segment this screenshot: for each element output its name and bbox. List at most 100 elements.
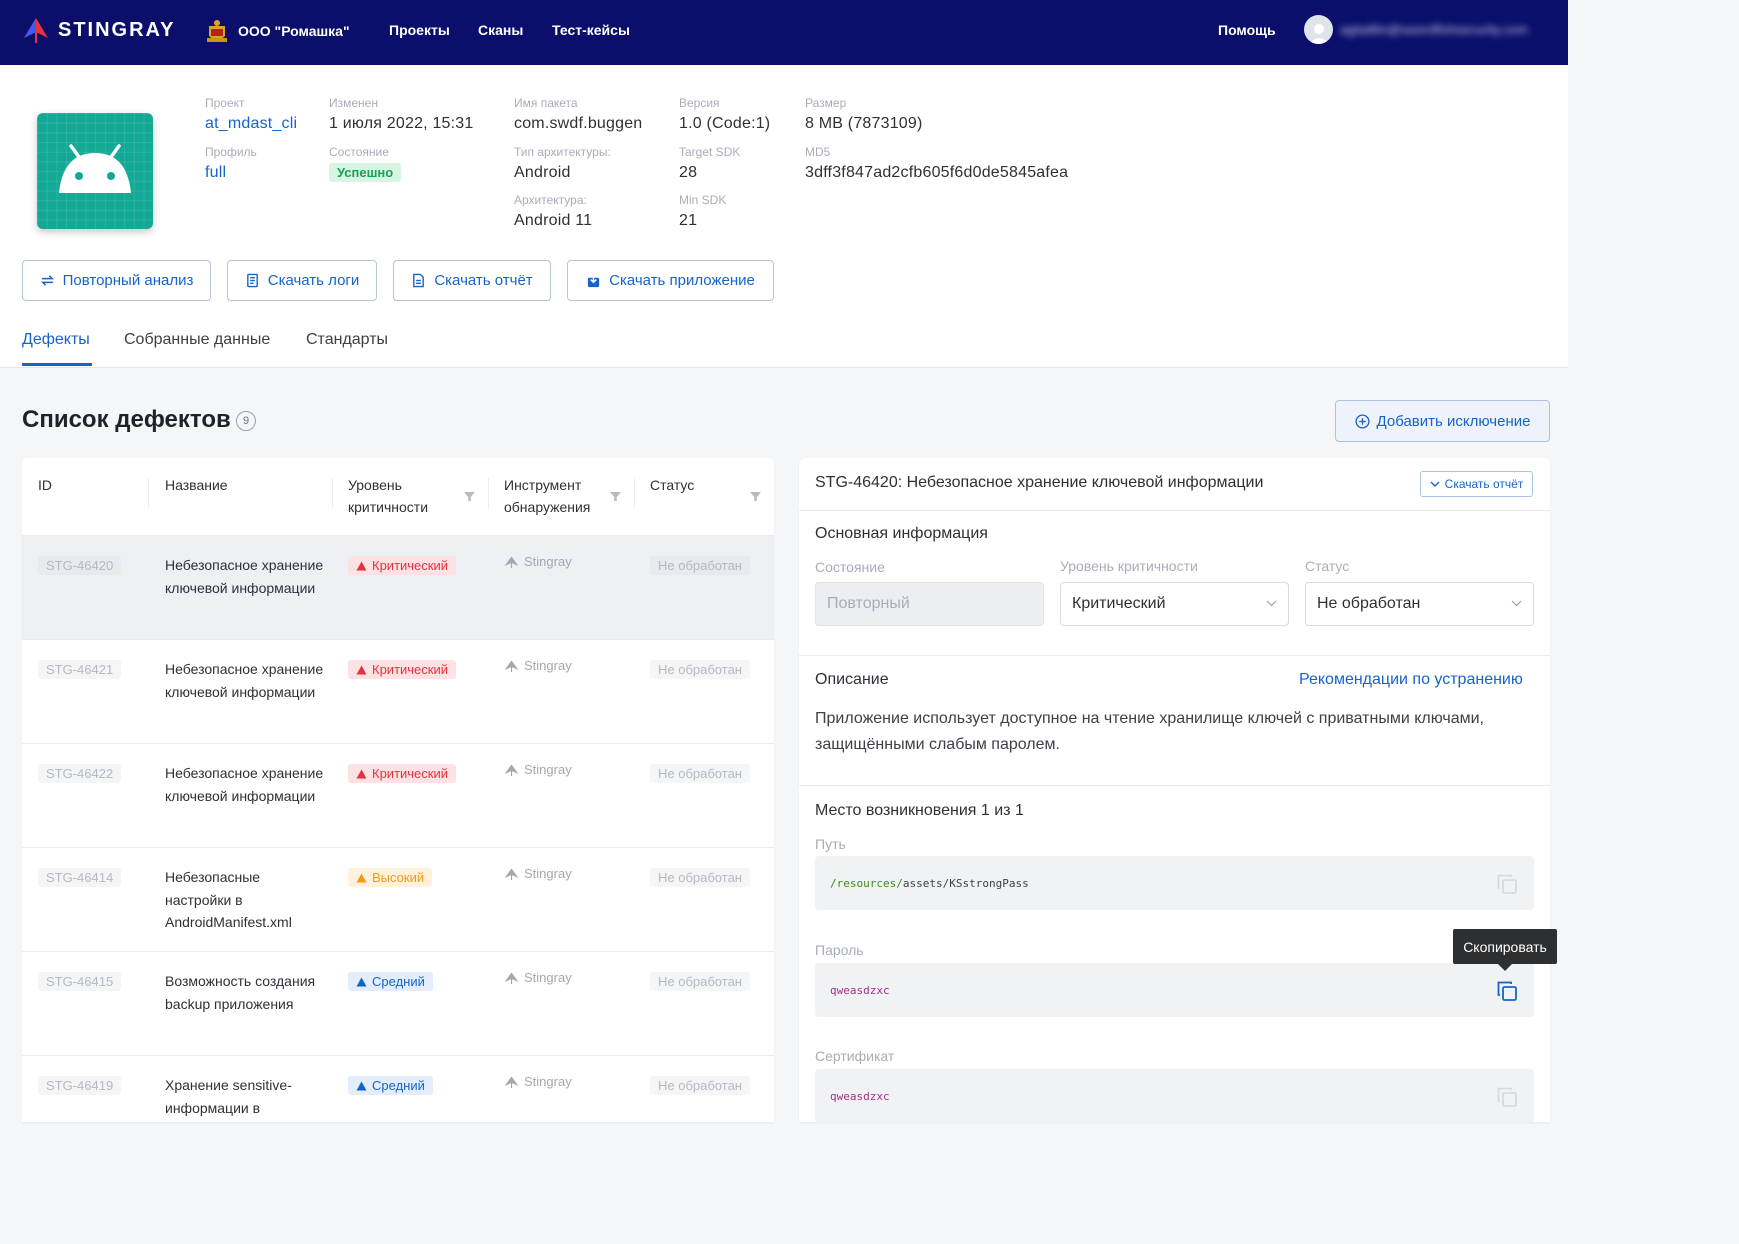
download-report-label: Скачать отчёт	[434, 272, 533, 289]
copy-icon[interactable]	[1496, 873, 1518, 895]
chevron-down-icon	[1511, 600, 1522, 607]
top-navbar: STINGRAY ООО "Ромашка" Проекты Сканы Тес…	[0, 0, 1568, 65]
table-row[interactable]: STG-46421 Небезопасное хранение ключевой …	[22, 639, 774, 743]
defect-id: STG-46422	[38, 764, 122, 783]
detection-tool: Stingray	[504, 866, 572, 881]
add-exception-button[interactable]: Добавить исключение	[1335, 400, 1550, 442]
detection-tool: Stingray	[504, 1074, 572, 1089]
version-label: Версия	[679, 96, 720, 110]
profile-link[interactable]: full	[205, 162, 257, 184]
download-logs-label: Скачать логи	[267, 272, 360, 289]
tool-name: Stingray	[524, 970, 572, 985]
status-filter-icon[interactable]	[750, 492, 761, 501]
meta-modified: Изменен 1 июля 2022, 15:31	[329, 96, 474, 135]
copy-tooltip: Скопировать	[1453, 929, 1557, 964]
android-icon	[59, 144, 131, 193]
download-report-button[interactable]: Скачать отчёт	[393, 260, 551, 301]
divider	[799, 785, 1550, 786]
table-row[interactable]: STG-46415 Возможность создания backup при…	[22, 951, 774, 1055]
defects-list-title: Список дефектов	[22, 406, 231, 433]
download-app-icon	[588, 273, 600, 288]
state-label: Состояние	[329, 145, 389, 159]
tab-collected-data[interactable]: Собранные данные	[124, 331, 270, 349]
severity-badge: Критический	[348, 764, 456, 783]
android-app-icon	[37, 113, 153, 229]
download-logs-button[interactable]: Скачать логи	[227, 260, 377, 301]
password-label: Пароль	[815, 942, 864, 958]
table-row[interactable]: STG-46420 Небезопасное хранение ключевой …	[22, 535, 774, 639]
meta-version: Версия 1.0 (Code:1)	[679, 96, 770, 135]
reanalyze-button[interactable]: Повторный анализ	[22, 260, 211, 301]
arch-value: Android 11	[514, 212, 593, 229]
recommendations-link[interactable]: Рекомендации по устранению	[1299, 671, 1523, 689]
copy-icon[interactable]	[1496, 980, 1518, 1002]
copy-icon[interactable]	[1496, 1086, 1518, 1108]
brand-name: STINGRAY	[58, 18, 176, 41]
nav-link-projects[interactable]: Проекты	[389, 22, 450, 38]
column-separator	[332, 478, 333, 508]
defect-name: Небезопасное хранение ключевой информаци…	[165, 661, 324, 700]
brand-logo[interactable]: STINGRAY	[22, 16, 176, 44]
table-row[interactable]: STG-46419 Хранение sensitive-информации в…	[22, 1055, 774, 1122]
user-email[interactable]: agladilin@swordfishsecurity.com	[1340, 22, 1528, 37]
tab-standards[interactable]: Стандарты	[306, 331, 388, 349]
organization-selector[interactable]: ООО "Ромашка"	[205, 18, 350, 44]
arch-label: Архитектура:	[514, 193, 587, 207]
tab-defects[interactable]: Дефекты	[22, 331, 90, 349]
severity-select[interactable]: Критический	[1060, 582, 1289, 626]
status-badge: Не обработан	[650, 868, 750, 887]
modified-value: 1 июля 2022, 15:31	[329, 115, 474, 132]
defect-id: STG-46420	[38, 556, 122, 575]
meta-min-sdk: Min SDK 21	[679, 193, 726, 232]
modified-label: Изменен	[329, 96, 378, 110]
meta-target-sdk: Target SDK 28	[679, 145, 740, 184]
table-row[interactable]: STG-46422 Небезопасное хранение ключевой …	[22, 743, 774, 847]
target-sdk-label: Target SDK	[679, 145, 741, 159]
detection-tool: Stingray	[504, 970, 572, 985]
chevron-down-icon	[1430, 481, 1440, 487]
defect-description: Приложение использует доступное на чтени…	[815, 710, 1484, 753]
tool-name: Stingray	[524, 554, 572, 569]
severity-select-value: Критический	[1072, 595, 1166, 612]
severity-filter-icon[interactable]	[464, 492, 475, 501]
arch-type-value: Android	[514, 164, 571, 181]
certificate-code-box: qweasdzxc	[815, 1069, 1534, 1122]
user-avatar[interactable]	[1304, 15, 1333, 44]
location-title: Место возникновения 1 из 1	[815, 802, 1024, 819]
version-value: 1.0 (Code:1)	[679, 115, 771, 132]
severity-badge: Критический	[348, 660, 456, 679]
column-separator	[488, 478, 489, 508]
download-app-button[interactable]: Скачать приложение	[567, 260, 774, 301]
table-row[interactable]: STG-46414 Небезопасные настройки в Androi…	[22, 847, 774, 951]
tool-name: Stingray	[524, 866, 572, 881]
detail-state-label: Состояние	[815, 559, 885, 575]
report-file-icon	[413, 273, 425, 288]
nav-link-test-cases[interactable]: Тест-кейсы	[552, 22, 630, 38]
severity-badge: Средний	[348, 1076, 433, 1095]
project-link[interactable]: at_mdast_cli	[205, 113, 297, 135]
tool-filter-icon[interactable]	[610, 492, 621, 501]
path-label: Путь	[815, 836, 846, 852]
stingray-tool-icon	[504, 972, 519, 984]
arch-type-label: Тип архитектуры:	[514, 145, 611, 159]
path-rest: assets/KSstrongPass	[902, 876, 1029, 890]
status-select[interactable]: Не обработан	[1305, 582, 1534, 626]
status-badge: Не обработан	[650, 556, 750, 575]
help-link[interactable]: Помощь	[1218, 22, 1276, 38]
defect-name: Хранение sensitive-информации в	[165, 1077, 292, 1116]
divider	[799, 655, 1550, 656]
status-badge: Не обработан	[650, 1076, 750, 1095]
column-header-name: Название	[165, 477, 228, 493]
min-sdk-label: Min SDK	[679, 193, 727, 207]
warning-triangle-icon	[356, 561, 367, 570]
organization-name: ООО "Ромашка"	[238, 23, 350, 39]
detail-download-report-button[interactable]: Скачать отчёт	[1420, 471, 1533, 497]
defect-id: STG-46415	[38, 972, 122, 991]
column-header-tool: Инструмент обнаружения	[504, 474, 590, 518]
state-field-value: Повторный	[827, 595, 910, 612]
meta-state: Состояние Успешно	[329, 145, 402, 182]
nav-link-scans[interactable]: Сканы	[478, 22, 523, 38]
warning-triangle-icon	[356, 977, 367, 986]
defects-table: ID Название Уровень критичности Инструме…	[22, 458, 774, 1122]
severity-text: Средний	[372, 1078, 425, 1093]
